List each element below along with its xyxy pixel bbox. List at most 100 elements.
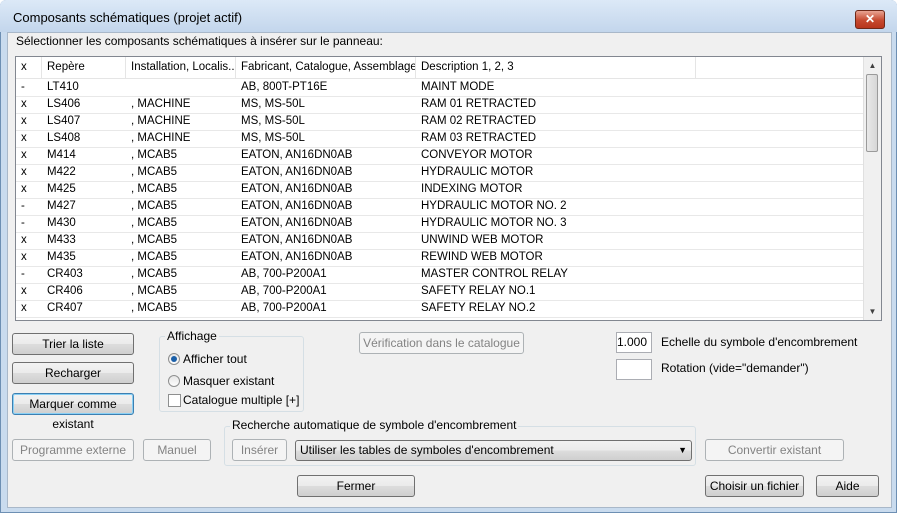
convert-existing-button[interactable]: Convertir existant — [705, 439, 844, 461]
row-description: RAM 02 RETRACTED — [421, 115, 537, 127]
row-fabricant: EATON, AN16DN0AB — [241, 166, 353, 178]
chevron-down-icon: ▼ — [678, 445, 687, 455]
row-installation: , MCAB5 — [131, 217, 178, 229]
row-repere: LS408 — [47, 132, 81, 144]
row-flag: x — [21, 166, 27, 178]
row-description: MAINT MODE — [421, 81, 495, 93]
row-description: UNWIND WEB MOTOR — [421, 234, 544, 246]
table-row[interactable]: x LS408 , MACHINE MS, MS-50L RAM 03 RETRACTE… — [16, 130, 863, 148]
row-flag: - — [21, 217, 25, 229]
table-row[interactable]: - CR403 , MCAB5 AB, 700-P200A1 MASTER CONTRO… — [16, 266, 863, 284]
row-installation: , MCAB5 — [131, 234, 178, 246]
row-repere: M414 — [47, 149, 76, 161]
row-repere: LT410 — [47, 81, 79, 93]
table-row[interactable]: x M422 , MCAB5 EATON, AN16DN0AB HYDRAULIC MO… — [16, 164, 863, 182]
table-row[interactable]: x M433 , MCAB5 EATON, AN16DN0AB UNWIND WEB M… — [16, 232, 863, 250]
reload-button[interactable]: Recharger — [12, 362, 134, 384]
table-row[interactable]: x M414 , MCAB5 EATON, AN16DN0AB CONVEYOR MOT… — [16, 147, 863, 165]
column-header-installation[interactable]: Installation, Localis... — [126, 57, 236, 78]
row-repere: LS406 — [47, 98, 81, 110]
row-repere: CR407 — [47, 302, 83, 314]
scroll-down-icon[interactable]: ▼ — [864, 303, 881, 320]
column-header-description[interactable]: Description 1, 2, 3 — [416, 57, 696, 78]
table-row[interactable]: - M430 , MCAB5 EATON, AN16DN0AB HYDRAULIC MO… — [16, 215, 863, 233]
scroll-up-icon[interactable]: ▲ — [864, 57, 881, 74]
rotation-field[interactable] — [616, 359, 652, 380]
column-header-x[interactable]: x — [16, 57, 42, 78]
table-row[interactable]: x LS406 , MACHINE MS, MS-50L RAM 01 RETRACTE… — [16, 96, 863, 114]
row-installation: , MCAB5 — [131, 200, 178, 212]
row-repere: M422 — [47, 166, 76, 178]
row-description: HYDRAULIC MOTOR NO. 3 — [421, 217, 567, 229]
sort-list-button[interactable]: Trier la liste — [12, 333, 134, 355]
help-button[interactable]: Aide — [816, 475, 879, 497]
mark-existing-button[interactable]: Marquer comme existant — [12, 393, 134, 431]
manual-button[interactable]: Manuel — [143, 439, 211, 461]
row-fabricant: EATON, AN16DN0AB — [241, 234, 353, 246]
insert-button[interactable]: Insérer — [232, 439, 287, 461]
row-description: RAM 01 RETRACTED — [421, 98, 537, 110]
table-row[interactable]: - M427 , MCAB5 EATON, AN16DN0AB HYDRAULIC MO… — [16, 198, 863, 216]
choose-file-button[interactable]: Choisir un fichier — [705, 475, 804, 497]
row-installation: , MCAB5 — [131, 166, 178, 178]
close-button[interactable]: Fermer — [297, 475, 415, 497]
components-list[interactable]: x Repère Installation, Localis... Fabric… — [15, 56, 882, 321]
row-fabricant: MS, MS-50L — [241, 132, 305, 144]
row-flag: x — [21, 132, 27, 144]
row-description: HYDRAULIC MOTOR NO. 2 — [421, 200, 567, 212]
external-program-button[interactable]: Programme externe — [12, 439, 134, 461]
row-fabricant: EATON, AN16DN0AB — [241, 183, 353, 195]
row-description: HYDRAULIC MOTOR — [421, 166, 534, 178]
row-repere: M433 — [47, 234, 76, 246]
row-installation: , MCAB5 — [131, 268, 178, 280]
multi-catalog-checkbox[interactable] — [168, 394, 181, 407]
catalog-check-button[interactable]: Vérification dans le catalogue — [359, 332, 524, 354]
row-flag: - — [21, 268, 25, 280]
column-header-repere[interactable]: Repère — [42, 57, 126, 78]
row-description: SAFETY RELAY NO.2 — [421, 302, 536, 314]
row-flag: x — [21, 285, 27, 297]
table-row[interactable]: x LS407 , MACHINE MS, MS-50L RAM 02 RETRACTE… — [16, 113, 863, 131]
footprint-method-value: Utiliser les tables de symboles d'encomb… — [300, 443, 554, 457]
vertical-scrollbar[interactable]: ▲ ▼ — [863, 57, 881, 320]
row-flag: - — [21, 81, 25, 93]
close-icon[interactable]: ✕ — [855, 10, 885, 29]
column-header-empty[interactable] — [696, 57, 863, 78]
list-header: x Repère Installation, Localis... Fabric… — [16, 57, 863, 79]
row-installation: , MACHINE — [131, 132, 191, 144]
row-flag: x — [21, 98, 27, 110]
row-fabricant: AB, 700-P200A1 — [241, 302, 327, 314]
table-row[interactable]: x CR407 , MCAB5 AB, 700-P200A1 SAFETY RELAY … — [16, 300, 863, 318]
row-flag: x — [21, 234, 27, 246]
table-row[interactable]: - LT410 AB, 800T-PT16E MAINT MODE — [16, 79, 863, 97]
row-fabricant: EATON, AN16DN0AB — [241, 149, 353, 161]
title-bar[interactable]: Composants schématiques (projet actif) ✕ — [0, 0, 897, 32]
row-repere: M430 — [47, 217, 76, 229]
row-fabricant: MS, MS-50L — [241, 98, 305, 110]
hide-existing-radio[interactable] — [168, 375, 180, 387]
table-row[interactable]: x M435 , MCAB5 EATON, AN16DN0AB REWIND WEB M… — [16, 249, 863, 267]
row-flag: x — [21, 251, 27, 263]
show-all-radio[interactable] — [168, 353, 180, 365]
show-all-label[interactable]: Afficher tout — [183, 352, 247, 366]
rotation-label: Rotation (vide="demander") — [661, 361, 809, 375]
multi-catalog-label[interactable]: Catalogue multiple [+] — [183, 393, 299, 407]
scroll-thumb[interactable] — [866, 74, 878, 152]
footprint-method-select[interactable]: Utiliser les tables de symboles d'encomb… — [295, 440, 692, 461]
row-flag: x — [21, 302, 27, 314]
row-description: CONVEYOR MOTOR — [421, 149, 533, 161]
hide-existing-label[interactable]: Masquer existant — [183, 374, 274, 388]
table-row[interactable]: x M425 , MCAB5 EATON, AN16DN0AB INDEXING MOT… — [16, 181, 863, 199]
row-flag: x — [21, 149, 27, 161]
row-installation — [126, 79, 236, 96]
row-flag: - — [21, 200, 25, 212]
row-installation: , MACHINE — [131, 115, 191, 127]
column-header-fabricant[interactable]: Fabricant, Catalogue, Assemblage — [236, 57, 416, 78]
row-fabricant: MS, MS-50L — [241, 115, 305, 127]
table-row[interactable]: x CR406 , MCAB5 AB, 700-P200A1 SAFETY RELAY … — [16, 283, 863, 301]
row-repere: CR403 — [47, 268, 83, 280]
row-fabricant: AB, 700-P200A1 — [241, 268, 327, 280]
scale-field[interactable]: 1.000 — [616, 332, 652, 353]
row-repere: LS407 — [47, 115, 81, 127]
row-fabricant: EATON, AN16DN0AB — [241, 217, 353, 229]
